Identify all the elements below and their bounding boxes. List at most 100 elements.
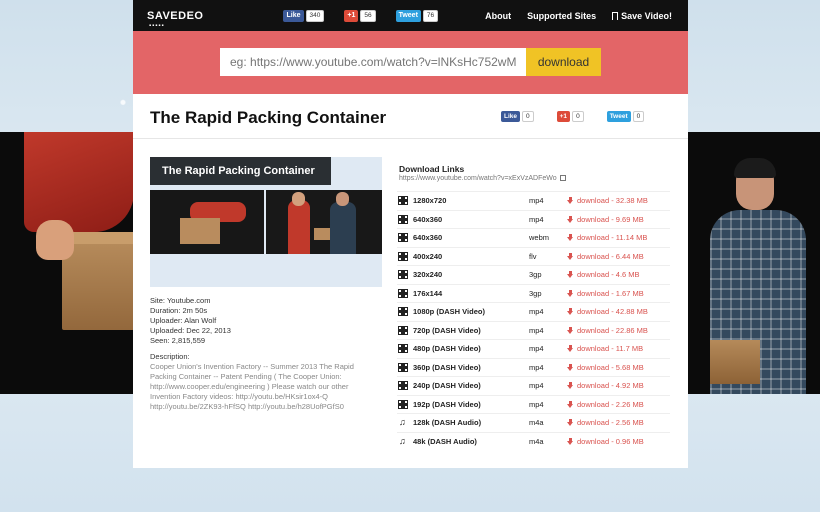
download-link[interactable]: download - 22.86 MB — [567, 326, 648, 335]
music-glyph: ♫ — [399, 435, 406, 446]
nav-about[interactable]: About — [485, 11, 511, 21]
download-link-label: download - 4.6 MB — [577, 270, 640, 280]
download-link[interactable]: download - 4.92 MB — [567, 381, 644, 390]
logo[interactable]: SAVEDEO ▪▪▪▪▪ — [147, 9, 204, 29]
format-label: flv — [529, 251, 537, 261]
table-row: 192p (DASH Video) mp4 download - 2.26 MB — [397, 394, 670, 414]
google-plus-label: +1 — [556, 111, 571, 122]
format-label: mp4 — [529, 325, 544, 335]
download-link[interactable]: download - 11.14 MB — [567, 233, 647, 242]
download-link-label: download - 9.69 MB — [577, 214, 644, 224]
table-row: 176x144 3gp download - 1.67 MB — [397, 283, 670, 303]
quality-label: 640x360 — [413, 214, 443, 224]
head-shape — [292, 192, 305, 206]
download-icon — [567, 382, 574, 390]
quality-label: 48k (DASH Audio) — [413, 436, 477, 446]
nav-save-video[interactable]: Save Video! — [612, 11, 672, 21]
download-link-label: download - 1.67 MB — [577, 288, 644, 298]
format-label: m4a — [529, 418, 544, 428]
google-plus-button[interactable]: +1 0 — [556, 111, 584, 122]
quality-label: 320x240 — [413, 270, 443, 280]
table-row: 240p (DASH Video) mp4 download - 4.92 MB — [397, 376, 670, 395]
quality-label: 240p (DASH Video) — [413, 381, 481, 391]
nav-save-video-label: Save Video! — [621, 10, 672, 21]
hair-shape — [734, 158, 776, 178]
download-icon — [567, 308, 574, 316]
hand-shape — [36, 220, 74, 260]
download-link[interactable]: download - 2.56 MB — [567, 418, 644, 427]
thumbnail-title: The Rapid Packing Container — [150, 157, 331, 185]
table-row: ♫ 128k (DASH Audio) m4a download - 2.56 MB — [397, 413, 670, 432]
box-shape — [314, 228, 330, 240]
download-icon — [567, 437, 574, 445]
thumbnail-frame-2 — [266, 190, 382, 254]
download-link[interactable]: download - 1.67 MB — [567, 289, 644, 298]
format-label: 3gp — [529, 270, 542, 280]
quality-label: 480p (DASH Video) — [413, 344, 481, 354]
video-metadata: Site: Youtube.com Duration: 2m 50s Uploa… — [150, 296, 231, 346]
video-card: The Rapid Packing Container Like 0 +1 0 … — [133, 94, 688, 468]
search-band: download — [133, 31, 688, 94]
tweet-button[interactable]: Tweet 76 — [395, 9, 439, 22]
film-glyph — [398, 233, 408, 243]
tweet-button[interactable]: Tweet 0 — [606, 111, 645, 122]
facebook-like-button[interactable]: Like 0 — [501, 111, 534, 122]
film-icon — [398, 196, 413, 206]
quality-label: 176x144 — [413, 288, 443, 298]
download-link[interactable]: download - 6.44 MB — [567, 252, 644, 261]
download-link[interactable]: download - 9.69 MB — [567, 215, 644, 224]
film-glyph — [398, 381, 408, 391]
quality-label: 1280x720 — [413, 196, 447, 206]
facebook-like-button[interactable]: Like 340 — [283, 9, 325, 22]
download-link[interactable]: download - 4.6 MB — [567, 270, 640, 279]
meta-uploaded: Uploaded: Dec 22, 2013 — [150, 326, 231, 335]
format-label: 3gp — [529, 288, 542, 298]
film-glyph — [398, 196, 408, 206]
box-shape — [62, 244, 133, 330]
tweet-count: 76 — [422, 9, 439, 22]
film-glyph — [398, 270, 408, 280]
logo-dots: ▪▪▪▪▪ — [149, 22, 165, 29]
table-row: 320x240 3gp download - 4.6 MB — [397, 265, 670, 284]
logo-text: SAVEDEO — [147, 9, 204, 22]
download-link[interactable]: download - 5.68 MB — [567, 363, 644, 372]
top-navbar: SAVEDEO ▪▪▪▪▪ Like 340 +1 56 Tweet 76 Ab… — [133, 0, 688, 31]
source-url-link[interactable]: https://www.youtube.com/watch?v=xExVzADF… — [399, 174, 566, 182]
film-glyph — [398, 399, 408, 409]
download-link-label: download - 11.7 MB — [577, 344, 644, 354]
google-plus-count: 0 — [572, 111, 584, 122]
film-icon — [398, 233, 413, 243]
table-row: 1280x720 mp4 download - 32.38 MB — [397, 191, 670, 210]
video-url-input[interactable] — [220, 48, 526, 76]
quality-label: 720p (DASH Video) — [413, 325, 481, 335]
download-link-label: download - 6.44 MB — [577, 251, 644, 261]
download-link[interactable]: download - 2.26 MB — [567, 400, 644, 409]
download-link[interactable]: download - 32.38 MB — [567, 196, 648, 205]
download-table: 1280x720 mp4 download - 32.38 MB 640x360 mp4… — [397, 191, 670, 450]
download-icon — [567, 419, 574, 427]
film-glyph — [398, 362, 408, 372]
google-plus-count: 56 — [360, 9, 376, 22]
film-icon — [398, 381, 413, 391]
bookmark-icon — [612, 11, 619, 20]
table-row: 640x360 mp4 download - 9.69 MB — [397, 209, 670, 229]
music-icon: ♫ — [399, 435, 413, 446]
box-shape — [710, 340, 760, 384]
download-link-label: download - 5.68 MB — [577, 362, 644, 372]
box-shape — [180, 218, 220, 244]
film-icon — [398, 399, 413, 409]
google-plus-button[interactable]: +1 56 — [344, 9, 376, 22]
film-icon — [398, 325, 413, 335]
facebook-like-count: 340 — [305, 9, 325, 22]
download-icon — [567, 326, 574, 334]
download-icon — [567, 289, 574, 297]
download-link[interactable]: download - 11.7 MB — [567, 344, 643, 353]
video-thumbnail[interactable]: The Rapid Packing Container — [150, 157, 382, 287]
table-row: ♫ 48k (DASH Audio) m4a download - 0.96 MB — [397, 431, 670, 451]
download-link[interactable]: download - 42.88 MB — [567, 307, 648, 316]
download-button[interactable]: download — [526, 48, 601, 76]
download-link[interactable]: download - 0.96 MB — [567, 437, 644, 446]
quality-label: 360p (DASH Video) — [413, 362, 481, 372]
meta-duration: Duration: 2m 50s — [150, 306, 208, 315]
nav-supported-sites[interactable]: Supported Sites — [527, 11, 596, 21]
